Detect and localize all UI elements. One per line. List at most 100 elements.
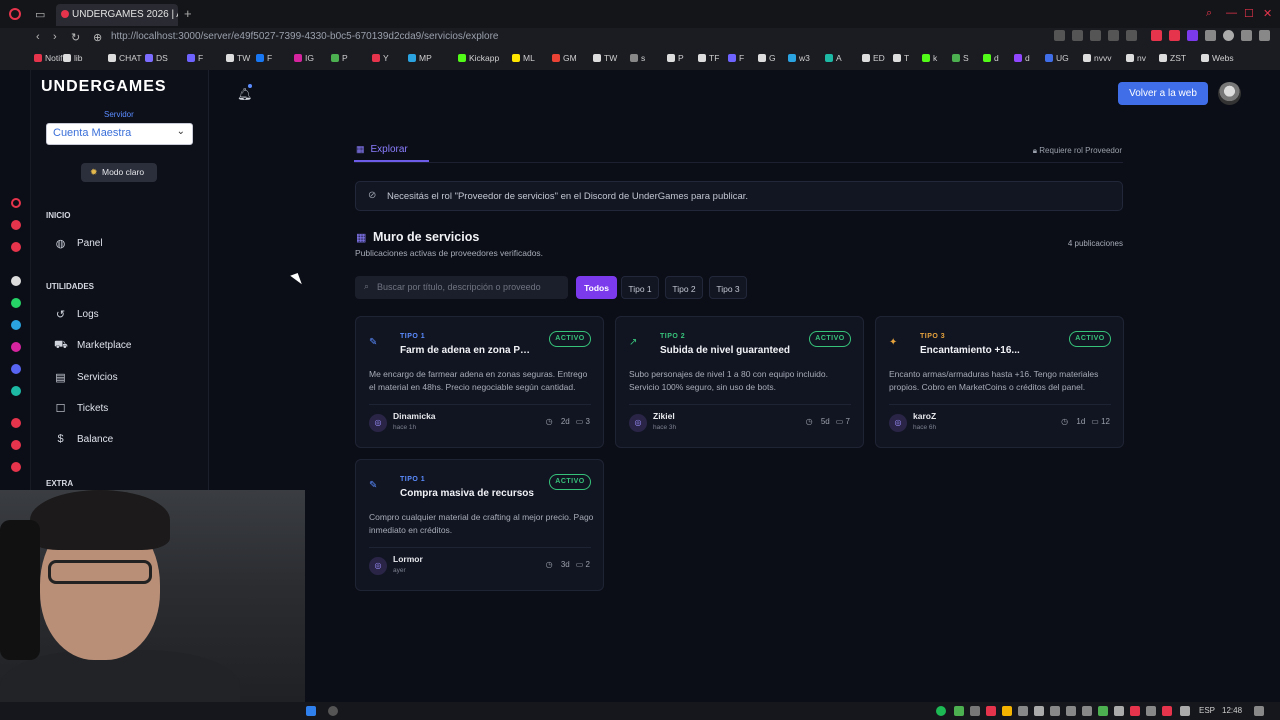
clock[interactable]: 12:48	[1222, 706, 1242, 715]
close-window-icon[interactable]: ✕	[1263, 7, 1272, 20]
whatsapp-icon[interactable]	[11, 298, 21, 308]
bookmark-item[interactable]: TW	[593, 53, 617, 63]
bookmark-item[interactable]: T	[893, 53, 909, 63]
opera-side-icon-4[interactable]	[11, 418, 21, 428]
tray-icon-10[interactable]	[1162, 706, 1172, 716]
sidebar-item-logs[interactable]: ↺ Logs	[46, 304, 196, 326]
tab-explore[interactable]: ▦ Explorar	[356, 144, 408, 155]
tray-icon-8[interactable]	[1098, 706, 1108, 716]
menu-icon[interactable]	[1259, 30, 1270, 41]
bookmark-item[interactable]: s	[630, 53, 645, 63]
bookmark-item[interactable]: A	[825, 53, 842, 63]
history-icon[interactable]	[11, 440, 21, 450]
server-select[interactable]: Cuenta Maestra ⌄	[46, 123, 193, 145]
discord-icon[interactable]	[11, 364, 21, 374]
bookmark-item[interactable]: d	[983, 53, 999, 63]
vscode-icon[interactable]	[306, 706, 316, 716]
chrome-icon[interactable]	[1002, 706, 1012, 716]
discord-avatar-icon[interactable]: ◎	[889, 414, 907, 432]
spotify-icon[interactable]	[936, 706, 946, 716]
bookmark-item[interactable]: Kickapp	[458, 53, 499, 63]
light-mode-button[interactable]: ✹ Modo claro	[81, 163, 157, 182]
profile-icon[interactable]	[1223, 30, 1234, 41]
card-user[interactable]: karoZ	[913, 411, 936, 421]
tray-icon-1[interactable]	[954, 706, 964, 716]
filter-tipo-2[interactable]: Tipo 2	[665, 276, 703, 299]
bookmark-item[interactable]: UG	[1045, 53, 1069, 63]
bookmark-item[interactable]: Y	[372, 53, 389, 63]
discord-avatar-icon[interactable]: ◎	[369, 557, 387, 575]
card-title[interactable]: Compra masiva de recursos	[400, 488, 535, 499]
bookmark-item[interactable]: P	[331, 53, 348, 63]
filter-tipo-1[interactable]: Tipo 1	[621, 276, 659, 299]
card-user[interactable]: Lormor	[393, 554, 423, 564]
search-input[interactable]: ⌕ Buscar por título, descripción o prove…	[355, 276, 568, 299]
tray-icon-4[interactable]	[1018, 706, 1028, 716]
download-icon[interactable]	[1241, 30, 1252, 41]
telegram-icon[interactable]	[11, 320, 21, 330]
new-tab-icon[interactable]: +	[184, 6, 192, 21]
tabs-menu-icon[interactable]: ▭	[35, 8, 45, 21]
back-icon[interactable]: ‹	[36, 31, 40, 43]
sidebar-item-tickets[interactable]: ☐ Tickets	[46, 398, 196, 420]
tray-icon-9[interactable]	[1130, 706, 1140, 716]
tray-icon-5[interactable]	[1050, 706, 1060, 716]
bookmark-item[interactable]: CHAT	[108, 53, 142, 63]
avatar[interactable]	[1218, 82, 1241, 105]
language-indicator[interactable]: ESP	[1199, 706, 1215, 715]
chatgpt-icon[interactable]	[11, 276, 21, 286]
ext-icon-3[interactable]	[1090, 30, 1101, 41]
service-card[interactable]: ✦ TIPO 3 Encantamiento +16... ACTIVO Encanto…	[875, 316, 1124, 448]
service-card[interactable]: ✎ TIPO 1 Compra masiva de recursos ACTIVO Co…	[355, 459, 604, 591]
bookmark-item[interactable]: IG	[294, 53, 314, 63]
opera-side-icon-2[interactable]	[11, 242, 21, 252]
bookmark-item[interactable]: GM	[552, 53, 577, 63]
bookmark-item[interactable]: F	[187, 53, 203, 63]
sidebar-item-panel[interactable]: ◍ Panel	[46, 233, 196, 255]
card-user[interactable]: Dinamicka	[393, 411, 436, 421]
opera-side-icon-1[interactable]	[11, 220, 21, 230]
bell-icon[interactable]: 🔔︎	[237, 87, 252, 101]
extensions-icon[interactable]	[1205, 30, 1216, 41]
site-info-icon[interactable]: ⊕	[93, 31, 102, 44]
maximize-icon[interactable]: ☐	[1244, 7, 1254, 20]
mic-icon[interactable]	[1034, 706, 1044, 716]
reload-icon[interactable]: ↻	[71, 31, 80, 44]
bookmark-item[interactable]: F	[728, 53, 744, 63]
bookmark-item[interactable]: w3	[788, 53, 810, 63]
bookmark-item[interactable]: ED	[862, 53, 885, 63]
opera-logo-icon[interactable]	[9, 8, 21, 20]
opera-side-icon-3[interactable]	[11, 386, 21, 396]
bookmark-item[interactable]: TF	[698, 53, 719, 63]
bookmark-item[interactable]: ML	[512, 53, 535, 63]
service-card[interactable]: ↗ TIPO 2 Subida de nivel guaranteed ACTIVO S…	[615, 316, 864, 448]
opera-side-icon-5[interactable]	[11, 462, 21, 472]
volume-icon[interactable]	[1114, 706, 1124, 716]
ext-icon-1[interactable]	[1054, 30, 1065, 41]
bookmark-item[interactable]: Notif	[34, 53, 62, 63]
taskbar-app-icon[interactable]	[328, 706, 338, 716]
steam-icon[interactable]	[1146, 706, 1156, 716]
tray-icon-7[interactable]	[1082, 706, 1092, 716]
bookmark-item[interactable]: nv	[1126, 53, 1146, 63]
ext-icon-6[interactable]	[1169, 30, 1180, 41]
sidebar-item-balance[interactable]: $ Balance	[46, 429, 196, 451]
sidebar-item-servicios[interactable]: ▤ Servicios	[46, 367, 196, 389]
bookmark-item[interactable]: DS	[145, 53, 168, 63]
bookmark-item[interactable]: d	[1014, 53, 1030, 63]
filter-tipo-3[interactable]: Tipo 3	[709, 276, 747, 299]
instagram-icon[interactable]	[11, 342, 21, 352]
ext-icon-2[interactable]	[1072, 30, 1083, 41]
card-title[interactable]: Encantamiento +16...	[920, 345, 1055, 356]
bookmark-item[interactable]: S	[952, 53, 969, 63]
service-card[interactable]: ✎ TIPO 1 Farm de adena en zona PK-... ACTIV…	[355, 316, 604, 448]
bookmark-item[interactable]: P	[667, 53, 684, 63]
bookmark-item[interactable]: TW	[226, 53, 250, 63]
wifi-icon[interactable]	[1180, 706, 1190, 716]
filter-todos[interactable]: Todos	[576, 276, 617, 299]
ext-icon-4[interactable]	[1108, 30, 1119, 41]
discord-avatar-icon[interactable]: ◎	[629, 414, 647, 432]
ext-icon-5[interactable]	[1126, 30, 1137, 41]
ext-icon-7[interactable]	[1187, 30, 1198, 41]
minimize-icon[interactable]: —	[1226, 7, 1237, 19]
